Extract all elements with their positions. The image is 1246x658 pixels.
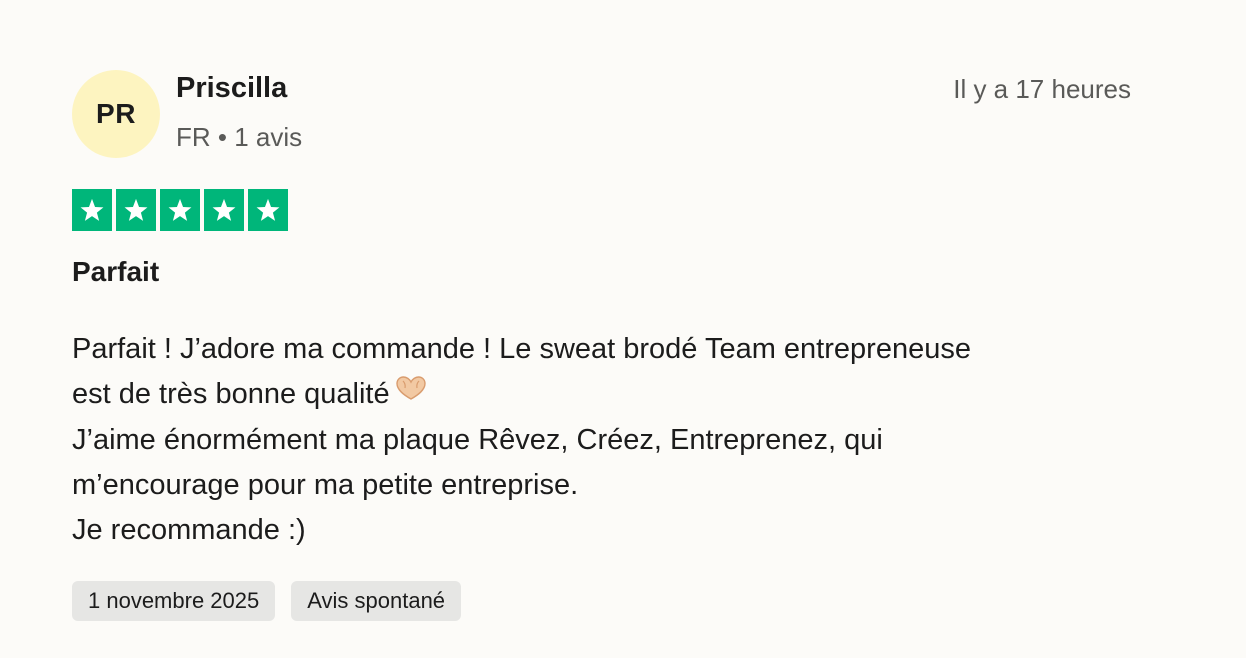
review-body-line: Je recommande :) (72, 513, 306, 546)
date-tag: 1 novembre 2025 (72, 581, 276, 621)
review-body-line: est de très bonne qualité (72, 378, 390, 410)
review-body-line-with-emoji: est de très bonne qualité (72, 372, 1132, 418)
review-body: Parfait ! J’adore ma commande ! Le sweat… (72, 327, 1132, 553)
star-icon (204, 189, 244, 231)
heart-hands-icon (394, 370, 428, 415)
star-icon (160, 189, 200, 231)
star-rating (72, 189, 288, 231)
avatar-initials: PR (96, 98, 136, 129)
star-icon (72, 189, 112, 231)
review-type-tag[interactable]: Avis spontané (291, 581, 462, 621)
review-title: Parfait (72, 256, 160, 287)
reviewer-meta: FR • 1 avis (176, 122, 303, 152)
review-relative-date: Il y a 17 heures (953, 74, 1131, 104)
review-body-line: Parfait ! J’adore ma commande ! Le sweat… (72, 333, 971, 365)
reviewer-name[interactable]: Priscilla (176, 72, 287, 105)
review-body-line: J’aime énormément ma plaque Rêvez, Créez… (72, 423, 883, 456)
review-tags: 1 novembre 2025 Avis spontané (72, 581, 462, 621)
star-icon (248, 189, 288, 231)
review-body-line: m’encourage pour ma petite entreprise. (72, 468, 579, 501)
star-icon (116, 189, 156, 231)
review-card: PR Priscilla FR • 1 avis Il y a 17 heure… (0, 0, 1246, 658)
avatar: PR (72, 70, 160, 158)
